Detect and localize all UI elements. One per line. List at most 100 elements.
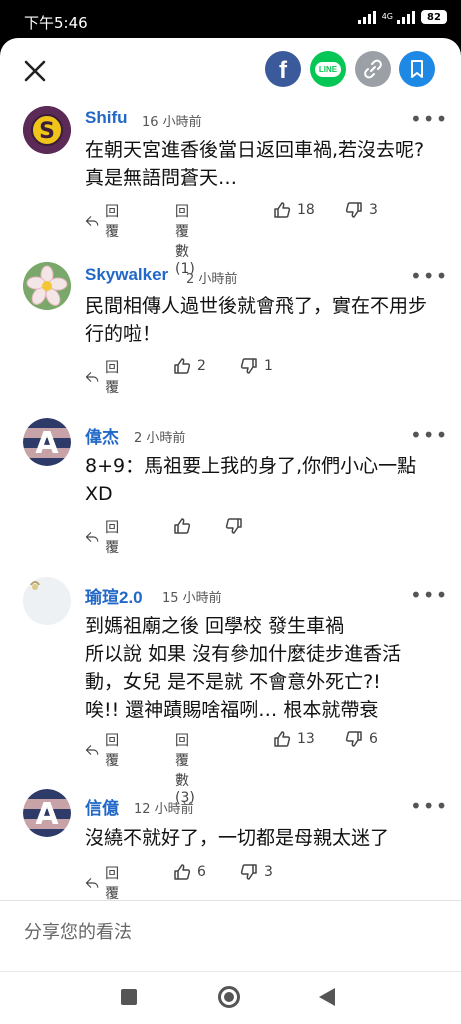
more-options-icon[interactable]: ••• <box>410 266 448 286</box>
like-count: 13 <box>297 731 315 747</box>
like-button[interactable]: 18 <box>273 201 315 219</box>
thumbs-down-icon <box>345 731 362 747</box>
reply-label: 回覆 <box>105 733 120 769</box>
reply-icon <box>85 372 99 382</box>
avatar[interactable]: S <box>23 106 71 154</box>
bookmark-button[interactable] <box>399 51 435 87</box>
like-button[interactable]: 2 <box>173 357 206 375</box>
reply-label: 回覆 <box>105 866 120 902</box>
more-options-icon[interactable]: ••• <box>410 585 448 605</box>
divider <box>0 900 461 901</box>
like-count: 6 <box>197 864 206 880</box>
line-icon: LINE <box>314 61 342 77</box>
bookmark-icon <box>411 60 423 78</box>
replies-count-button[interactable]: 回覆數 (3) <box>175 730 195 806</box>
comment-username[interactable]: 信億 <box>85 794 119 819</box>
dislike-count: 6 <box>369 731 378 747</box>
reply-icon <box>85 745 99 755</box>
svg-text:S: S <box>39 119 55 144</box>
comment-username[interactable]: Shifu <box>85 108 128 128</box>
back-icon[interactable] <box>318 987 336 1007</box>
like-button[interactable]: 13 <box>273 730 315 748</box>
replies-count: 回覆數 (3) <box>175 733 195 806</box>
reply-button[interactable]: 回覆 <box>85 357 125 397</box>
avatar[interactable]: A <box>23 418 71 466</box>
facebook-share-button[interactable]: f <box>265 51 301 87</box>
comment-text: 民間相傳人過世後就會飛了，實在不用步行的啦！ <box>85 295 428 345</box>
reply-icon <box>85 878 99 888</box>
comment-text: 到媽祖廟之後 回學校 發生車禍 所以說 如果 沒有參加什麼徒步進香活動，女兒 是… <box>85 615 402 721</box>
comment-username[interactable]: 瑜瑄2.0 <box>85 583 143 608</box>
home-button[interactable] <box>218 986 240 1008</box>
reply-button[interactable]: 回覆 <box>85 517 125 557</box>
line-share-button[interactable]: LINE <box>310 51 346 87</box>
thumbs-up-icon <box>174 864 191 880</box>
dislike-button[interactable] <box>225 517 243 535</box>
avatar[interactable]: A <box>23 789 71 837</box>
link-icon <box>364 59 382 79</box>
comment-time: 16 小時前 <box>142 115 202 130</box>
thumbs-up-icon <box>274 731 291 747</box>
comment-text: 8+9：馬祖要上我的身了,你們小心一點XD <box>85 455 417 505</box>
comment-time: 12 小時前 <box>134 802 194 817</box>
top-bar: f LINE <box>0 38 461 104</box>
comment-text: 沒繞不就好了，一切都是母親太迷了 <box>85 827 390 849</box>
more-options-icon[interactable]: ••• <box>410 109 448 129</box>
comment-text: 在朝天宮進香後當日返回車禍,若沒去呢?真是無語問蒼天… <box>85 139 425 189</box>
like-button[interactable]: 6 <box>173 863 206 881</box>
thumbs-up-icon <box>174 518 191 534</box>
signal-icon <box>357 10 376 24</box>
comment-time: 15 小時前 <box>162 591 222 606</box>
thumbs-down-icon <box>345 202 362 218</box>
dislike-button[interactable]: 1 <box>240 357 273 375</box>
svg-text:A: A <box>35 797 59 832</box>
avatar[interactable] <box>23 262 71 310</box>
copy-link-button[interactable] <box>355 51 391 87</box>
reply-label: 回覆 <box>105 520 120 556</box>
dislike-button[interactable]: 3 <box>345 201 378 219</box>
comment-input[interactable]: 分享您的看法 <box>24 918 132 944</box>
like-count: 2 <box>197 358 206 374</box>
dislike-count: 3 <box>369 202 378 218</box>
thumbs-up-icon <box>174 358 191 374</box>
dislike-count: 1 <box>264 358 273 374</box>
facebook-icon: f <box>279 56 287 84</box>
recent-apps-button[interactable] <box>121 989 137 1005</box>
replies-count-button[interactable]: 回覆數 (1) <box>175 201 195 277</box>
comment-username[interactable]: 偉杰 <box>85 423 119 448</box>
thumbs-down-icon <box>240 864 257 880</box>
comment-time: 2 小時前 <box>186 272 238 287</box>
home-dot <box>224 992 234 1002</box>
thumbs-down-icon <box>240 358 257 374</box>
network-type: 4G <box>381 12 393 21</box>
battery-icon: 82 <box>421 10 447 24</box>
reply-label: 回覆 <box>105 360 120 396</box>
reply-button[interactable]: 回覆 <box>85 730 125 770</box>
more-options-icon[interactable]: ••• <box>410 425 448 445</box>
svg-text:A: A <box>35 426 59 461</box>
thumbs-up-icon <box>274 202 291 218</box>
comment-username[interactable]: Skywalker <box>85 265 168 285</box>
navigation-bar <box>0 971 461 1024</box>
thumbs-down-icon <box>225 518 242 534</box>
like-button[interactable] <box>173 517 191 535</box>
dislike-button[interactable]: 3 <box>240 863 273 881</box>
status-time: 下午5:46 <box>24 14 88 32</box>
status-bar: 下午5:46 4G 82 <box>0 0 461 40</box>
reply-icon <box>85 216 99 226</box>
reply-label: 回覆 <box>105 204 120 240</box>
comment-time: 2 小時前 <box>134 431 186 446</box>
more-options-icon[interactable]: ••• <box>410 796 448 816</box>
status-icons: 4G 82 <box>357 10 447 24</box>
close-icon[interactable] <box>22 58 48 84</box>
dislike-button[interactable]: 6 <box>345 730 378 748</box>
comments-sheet: f LINE S Shifu 16 小時前 ••• 在朝天宮進香後當日返回車禍,… <box>0 38 461 1024</box>
dislike-count: 3 <box>264 864 273 880</box>
reply-icon <box>85 532 99 542</box>
signal-icon-2 <box>397 10 415 24</box>
like-count: 18 <box>297 202 315 218</box>
reply-button[interactable]: 回覆 <box>85 863 125 903</box>
reply-button[interactable]: 回覆 <box>85 201 125 241</box>
avatar[interactable] <box>23 577 71 625</box>
replies-count: 回覆數 (1) <box>175 204 195 277</box>
